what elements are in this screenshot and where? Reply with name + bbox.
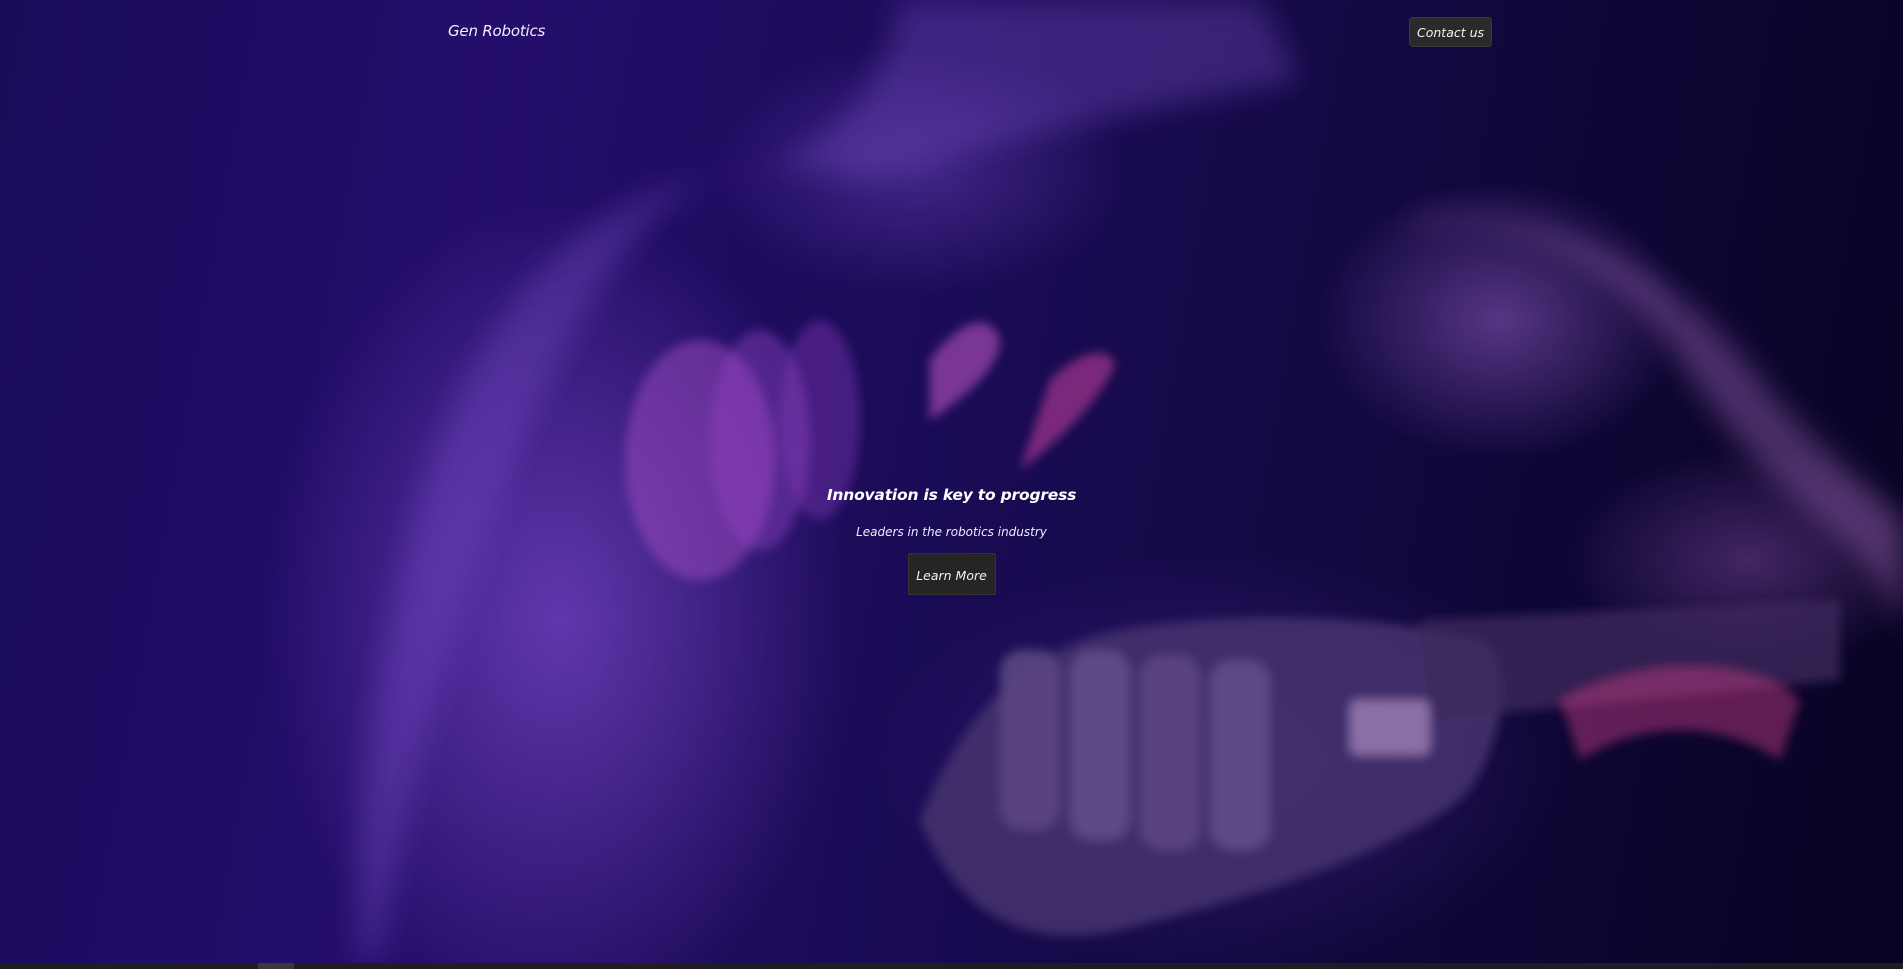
- landing-page: Gen Robotics Contact us Innovation is ke…: [0, 0, 1903, 969]
- hero-section: Innovation is key to progress Leaders in…: [0, 480, 1903, 595]
- hero-subtitle: Leaders in the robotics industry: [856, 525, 1047, 539]
- horizontal-scrollbar[interactable]: [0, 963, 1903, 969]
- learn-more-button[interactable]: Learn More: [907, 553, 996, 595]
- navbar: Gen Robotics Contact us: [0, 0, 1903, 64]
- hero-headline: Innovation is key to progress: [826, 486, 1077, 504]
- scrollbar-thumb[interactable]: [258, 963, 294, 969]
- contact-us-button[interactable]: Contact us: [1409, 17, 1493, 47]
- brand-logo-link[interactable]: Gen Robotics: [448, 22, 545, 40]
